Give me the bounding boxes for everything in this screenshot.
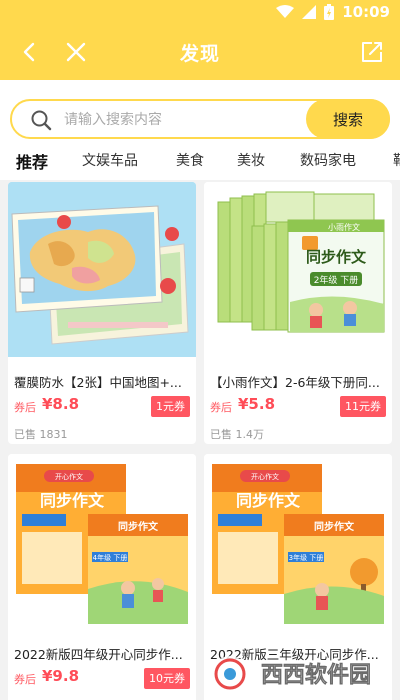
product-grid: 覆膜防水【2张】中国地图+... 券后 ¥8.8 1元券 已售 1831 小雨作…	[0, 180, 400, 700]
search-button[interactable]: 搜索	[306, 99, 390, 139]
status-bar: 10:09	[0, 0, 400, 24]
cover-series: 开心作文	[55, 472, 83, 481]
cover-title-small: 同步作文	[118, 520, 159, 533]
coupon-badge[interactable]: 1元券	[151, 396, 190, 417]
tab-digital-appliances[interactable]: 数码家电	[300, 150, 356, 170]
book-set-image: 开心作文 同步作文 同步作文 4年级 下册	[8, 454, 196, 629]
signal-icon	[302, 5, 317, 19]
search-bar: 搜索	[0, 80, 400, 140]
search-box: 搜索	[10, 99, 390, 139]
product-card[interactable]: 覆膜防水【2张】中国地图+... 券后 ¥8.8 1元券 已售 1831	[8, 182, 196, 444]
watermark-logo: 西西软件园	[208, 648, 384, 696]
cover-grade: 3年级 下册	[289, 553, 324, 562]
product-name: 2022新版四年级开心同步作...	[14, 647, 183, 662]
cover-title: 同步作文	[306, 248, 367, 266]
book-set-image: 小雨作文 同步作文 2年级 下册	[204, 182, 392, 357]
page-title: 发现	[179, 43, 220, 65]
product-image	[8, 182, 196, 357]
sold-count: 已售 1.4万	[210, 428, 264, 441]
search-icon	[31, 110, 52, 131]
share-button[interactable]	[358, 38, 386, 66]
product-price: ¥5.8	[238, 395, 276, 413]
product-card[interactable]: 开心作文 同步作文 同步作文 4年级 下册 2022新版四年级开心同步作... …	[8, 454, 196, 700]
cover-grade: 4年级 下册	[93, 553, 128, 562]
share-icon	[362, 42, 382, 62]
coupon-badge[interactable]: 11元券	[340, 396, 386, 417]
tab-entertainment-auto[interactable]: 文娱车品	[82, 150, 138, 170]
product-name: 【小雨作文】2-6年级下册同...	[210, 375, 380, 390]
after-coupon-label: 券后	[14, 673, 36, 686]
tab-beauty[interactable]: 美妆	[237, 150, 265, 170]
wifi-icon	[276, 5, 295, 19]
cover-title: 同步作文	[40, 491, 105, 510]
product-card[interactable]: 小雨作文 同步作文 2年级 下册 【小雨作文】2-6年级下册同... 券后 ¥5…	[204, 182, 392, 444]
search-input[interactable]	[64, 109, 304, 131]
cover-title: 同步作文	[236, 491, 301, 510]
product-image: 开心作文 同步作文 同步作文 3年级 下册	[204, 454, 392, 629]
tab-shoes[interactable]: 鞋	[393, 150, 400, 170]
sold-count: 已售 1831	[14, 428, 68, 441]
product-price: ¥8.8	[42, 395, 80, 413]
cover-grade: 2年级 下册	[314, 274, 359, 286]
coupon-badge[interactable]: 10元券	[144, 668, 190, 689]
battery-icon	[324, 4, 335, 20]
cover-title-small: 同步作文	[314, 520, 355, 533]
watermark-icon: 西西软件园	[212, 656, 371, 692]
product-price: ¥9.8	[42, 667, 80, 685]
book-set-image: 开心作文 同步作文 同步作文 3年级 下册	[204, 454, 392, 629]
watermark-text: 西西软件园	[261, 662, 371, 688]
tab-recommend[interactable]: 推荐	[16, 149, 48, 173]
status-time: 10:09	[342, 3, 390, 21]
cover-series: 开心作文	[251, 472, 279, 481]
product-image: 开心作文 同步作文 同步作文 4年级 下册	[8, 454, 196, 629]
product-image: 小雨作文 同步作文 2年级 下册	[204, 182, 392, 357]
after-coupon-label: 券后	[14, 401, 36, 414]
after-coupon-label: 券后	[210, 401, 232, 414]
app-bar: 发现	[0, 24, 400, 80]
map-product-image	[8, 182, 196, 357]
status-icons: 10:09	[276, 3, 390, 21]
tab-food[interactable]: 美食	[176, 150, 204, 170]
cover-series: 小雨作文	[328, 222, 360, 232]
category-tabs: 推荐 文娱车品 美食 美妆 数码家电 鞋	[0, 140, 400, 180]
product-name: 覆膜防水【2张】中国地图+...	[14, 375, 182, 390]
